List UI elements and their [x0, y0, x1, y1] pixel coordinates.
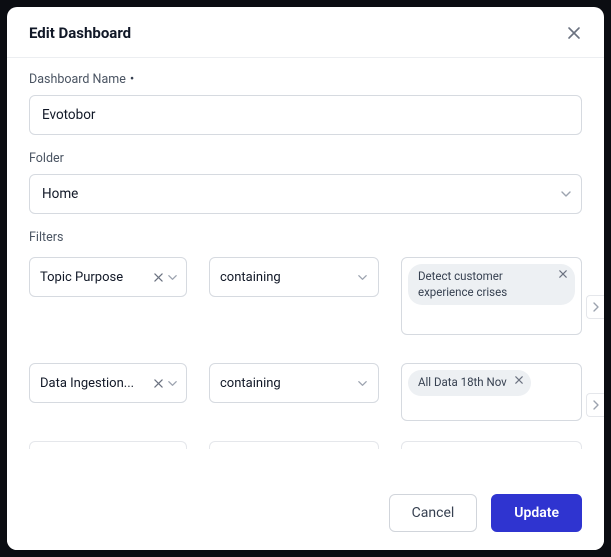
required-indicator: •	[130, 73, 134, 86]
remove-tag-icon[interactable]	[559, 270, 567, 278]
filter-field-select[interactable]: Data Ingestion...	[29, 363, 187, 403]
row-expand-handle[interactable]	[586, 295, 604, 319]
update-button[interactable]: Update	[491, 494, 582, 532]
filter-operator-value: containing	[220, 270, 281, 285]
modal-header: Edit Dashboard	[7, 7, 604, 58]
modal-title: Edit Dashboard	[29, 24, 131, 42]
filter-values-box[interactable]: Detect customer experience crises	[401, 257, 582, 335]
dashboard-name-label-text: Dashboard Name	[29, 72, 126, 87]
filters-label-text: Filters	[29, 230, 63, 245]
filters-label: Filters	[29, 230, 582, 245]
filter-row-peek	[29, 441, 582, 449]
folder-label: Folder	[29, 151, 582, 166]
filter-value-tag-text: All Data 18th Nov	[418, 375, 507, 391]
modal-body: Dashboard Name • Folder Home Filters	[7, 58, 604, 480]
remove-tag-icon[interactable]	[515, 376, 523, 384]
cancel-button[interactable]: Cancel	[389, 494, 478, 532]
clear-filter-field-icon[interactable]	[154, 273, 163, 282]
filter-operator-select[interactable]: containing	[209, 363, 379, 403]
filter-values-box[interactable]: All Data 18th Nov	[401, 363, 582, 421]
folder-group: Folder Home	[29, 151, 582, 214]
filter-row: Topic Purpose containing	[29, 257, 582, 335]
close-icon	[567, 26, 581, 40]
peek-cell	[401, 441, 582, 449]
chevron-down-icon	[357, 378, 368, 389]
folder-select[interactable]: Home	[29, 174, 582, 214]
filter-value-tag: Detect customer experience crises	[408, 264, 575, 305]
chevron-right-icon	[592, 400, 600, 410]
peek-cell	[209, 441, 379, 449]
filter-field-select[interactable]: Topic Purpose	[29, 257, 187, 297]
filter-value-tag: All Data 18th Nov	[408, 370, 531, 396]
chevron-right-icon	[592, 302, 600, 312]
filter-field-value: Topic Purpose	[40, 270, 154, 285]
folder-value-text: Home	[42, 186, 78, 202]
folder-label-text: Folder	[29, 151, 64, 166]
folder-select-value: Home	[29, 174, 582, 214]
filters-section: Filters Topic Purpose	[29, 230, 582, 449]
filter-row: Data Ingestion... containing	[29, 363, 582, 421]
filter-operator-value: containing	[220, 376, 281, 391]
row-expand-handle[interactable]	[586, 393, 604, 417]
chevron-down-icon	[167, 272, 178, 283]
modal-footer: Cancel Update	[7, 480, 604, 550]
filter-operator-select[interactable]: containing	[209, 257, 379, 297]
chevron-down-icon	[167, 378, 178, 389]
dashboard-name-group: Dashboard Name •	[29, 72, 582, 135]
filter-value-tag-text: Detect customer experience crises	[418, 269, 551, 300]
clear-filter-field-icon[interactable]	[154, 379, 163, 388]
chevron-down-icon	[357, 272, 368, 283]
dashboard-name-input[interactable]	[29, 95, 582, 135]
edit-dashboard-modal: Edit Dashboard Dashboard Name • Folder H…	[7, 7, 604, 550]
filter-field-value: Data Ingestion...	[40, 376, 154, 391]
close-button[interactable]	[564, 23, 584, 43]
peek-cell	[29, 441, 187, 449]
dashboard-name-label: Dashboard Name •	[29, 72, 582, 87]
